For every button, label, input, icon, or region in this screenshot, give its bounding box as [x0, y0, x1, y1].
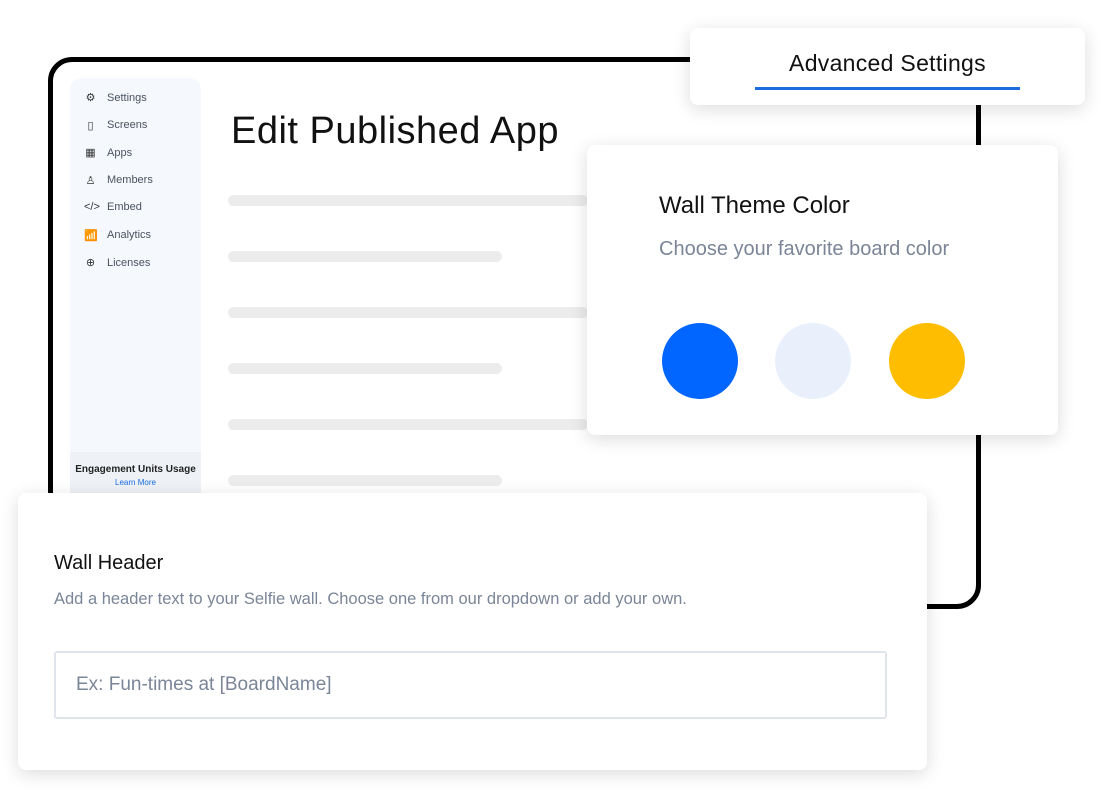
theme-color-card: Wall Theme Color Choose your favorite bo…: [587, 145, 1058, 435]
color-swatch-yellow[interactable]: [889, 323, 965, 399]
placeholder-line: [228, 475, 502, 486]
placeholder-line: [228, 251, 502, 262]
wall-header-card: Wall Header Add a header text to your Se…: [18, 493, 927, 770]
placeholder-line: [228, 419, 588, 430]
sidebar-item-label: Licenses: [107, 256, 151, 269]
usage-section: Engagement Units Usage Learn More: [70, 452, 201, 494]
sidebar-item-label: Settings: [107, 91, 147, 104]
sidebar-item-label: Analytics: [107, 229, 152, 241]
code-icon: </>: [84, 201, 100, 213]
usage-title: Engagement Units Usage: [75, 464, 196, 475]
sidebar-item-licenses[interactable]: ⊕ Licenses: [84, 256, 151, 270]
placeholder-line: [228, 363, 502, 374]
wall-header-subtitle: Add a header text to your Selfie wall. C…: [54, 590, 687, 608]
page-title: Edit Published App: [231, 110, 560, 152]
apps-grid-icon: ▦: [85, 147, 96, 159]
sidebar-item-apps[interactable]: ▦ Apps: [84, 146, 133, 160]
sidebar-item-members[interactable]: ♙ Members: [84, 174, 153, 187]
analytics-icon: 📶: [84, 229, 98, 242]
theme-title: Wall Theme Color: [659, 192, 850, 219]
sidebar-item-settings[interactable]: ⚙ Settings: [84, 91, 147, 105]
wall-header-title: Wall Header: [54, 552, 164, 574]
sidebar-item-embed[interactable]: </> Embed: [84, 201, 142, 213]
color-swatch-light[interactable]: [775, 323, 851, 399]
placeholder-line: [228, 307, 588, 318]
sidebar-item-analytics[interactable]: 📶 Analytics: [84, 229, 151, 242]
sidebar-item-label: Members: [107, 174, 153, 186]
user-icon: ♙: [85, 174, 96, 187]
upload-circle-icon: ⊕: [85, 257, 96, 269]
advanced-settings-tab[interactable]: Advanced Settings: [690, 28, 1085, 105]
theme-subtitle: Choose your favorite board color: [659, 238, 950, 260]
placeholder-line: [228, 195, 588, 206]
sidebar-item-label: Screens: [107, 119, 148, 131]
screen-icon: ▯: [87, 119, 94, 132]
gear-icon: ⚙: [85, 92, 96, 104]
color-swatch-blue[interactable]: [662, 323, 738, 399]
wall-header-input[interactable]: [54, 651, 887, 719]
sidebar: ⚙ Settings ▯ Screens ▦ Apps ♙ Members </> Embed 📶 A…: [70, 78, 201, 494]
active-tab-underline: [755, 87, 1020, 90]
sidebar-item-label: Embed: [107, 201, 142, 213]
sidebar-item-label: Apps: [107, 146, 133, 159]
advanced-settings-label: Advanced Settings: [789, 50, 986, 76]
sidebar-item-screens[interactable]: ▯ Screens: [84, 119, 147, 132]
learn-more-link[interactable]: Learn More: [70, 478, 201, 487]
